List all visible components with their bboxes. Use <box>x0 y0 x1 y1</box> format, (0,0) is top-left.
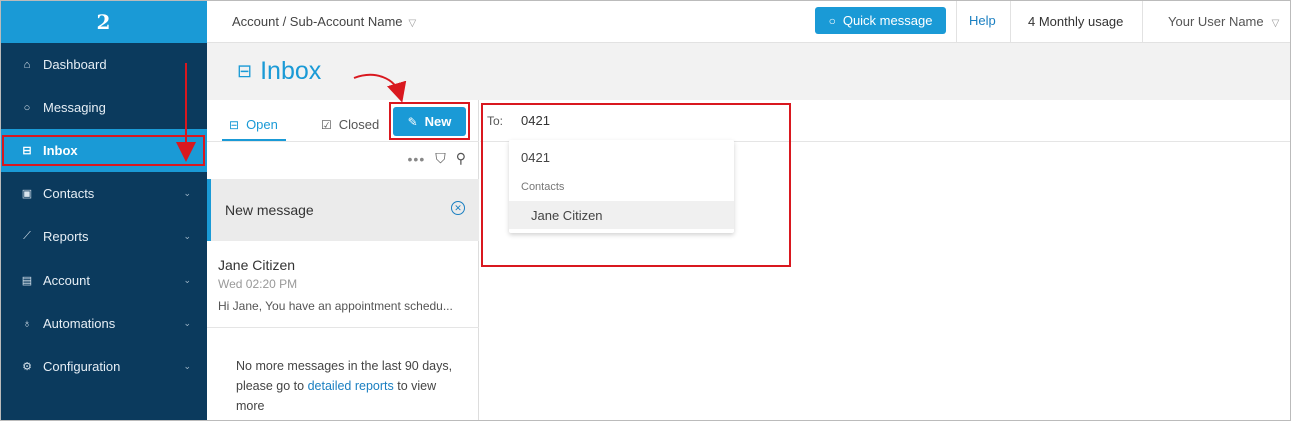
draft-title: New message <box>225 202 314 218</box>
gear-icon: ⚙ <box>22 361 32 373</box>
filter-icon[interactable]: ⛉ <box>435 150 446 167</box>
checkbox-icon: ☑ <box>321 117 332 132</box>
sidebar-item-reports[interactable]: ⟋ Reports ⌄ <box>0 215 207 258</box>
sidebar-item-label: Messaging <box>43 100 106 115</box>
more-options-icon[interactable]: ••• <box>408 151 426 167</box>
sidebar: 2 ⌂ Dashboard ○ Messaging ⊟ Inbox ▣ Cont… <box>0 0 207 421</box>
list-footer-note: No more messages in the last 90 days, pl… <box>236 356 456 416</box>
automation-icon: ♁ <box>22 317 32 330</box>
help-link[interactable]: Help <box>969 13 996 28</box>
top-bar: Account / Sub-Account Name ▽ ○ Quick mess… <box>207 0 1291 43</box>
inbox-icon: ⊟ <box>237 61 253 81</box>
chart-icon: ⟋ <box>23 230 31 242</box>
account-icon: ▤ <box>21 275 33 287</box>
tab-closed[interactable]: ☑ Closed <box>321 117 379 132</box>
logo-text: 2 <box>96 9 111 34</box>
account-selector[interactable]: Account / Sub-Account Name ▽ <box>232 14 416 29</box>
chevron-down-icon: ⌄ <box>183 275 191 285</box>
sidebar-item-label: Contacts <box>43 186 95 201</box>
tab-open[interactable]: ⊟ Open <box>229 117 278 132</box>
chevron-down-icon: ⌄ <box>183 318 191 328</box>
chat-bubble-icon: ○ <box>828 13 836 28</box>
tab-label: Open <box>246 117 278 132</box>
brand-logo[interactable]: 2 <box>0 0 207 43</box>
list-item[interactable]: Jane Citizen Wed 02:20 PM Hi Jane, You h… <box>207 241 479 328</box>
annotation-highlight-box <box>481 103 791 267</box>
contact-name: Jane Citizen <box>218 257 296 273</box>
chevron-down-icon: ⌄ <box>183 361 191 371</box>
inbox-icon: ⊟ <box>229 117 240 132</box>
monthly-usage[interactable]: 4 Monthly usage <box>1028 14 1123 29</box>
message-preview: Hi Jane, You have an appointment schedu.… <box>218 299 453 313</box>
page-title-text: Inbox <box>260 57 322 85</box>
sidebar-item-automations[interactable]: ♁ Automations ⌄ <box>0 302 207 345</box>
divider <box>1010 0 1011 43</box>
list-tools: ••• ⛉ ⚲ <box>408 150 466 167</box>
page-header: ⊟ Inbox <box>207 43 1291 100</box>
sidebar-item-label: Dashboard <box>43 57 107 72</box>
user-menu[interactable]: Your User Name ▽ <box>1168 14 1279 29</box>
message-time: Wed 02:20 PM <box>218 277 298 291</box>
annotation-highlight-box <box>389 102 470 140</box>
account-name: Account / Sub-Account Name <box>232 14 403 29</box>
chevron-down-icon: ⌄ <box>183 231 191 241</box>
close-icon[interactable]: ✕ <box>451 201 465 215</box>
sidebar-item-dashboard[interactable]: ⌂ Dashboard <box>0 43 207 86</box>
chevron-down-icon: ▽ <box>408 18 417 29</box>
divider <box>207 141 479 142</box>
chat-bubble-icon: ○ <box>23 101 31 114</box>
sidebar-item-account[interactable]: ▤ Account ⌄ <box>0 259 207 302</box>
home-icon: ⌂ <box>23 58 31 71</box>
user-name: Your User Name <box>1168 14 1264 29</box>
tab-label: Closed <box>338 117 380 132</box>
sidebar-item-configuration[interactable]: ⚙ Configuration ⌄ <box>0 345 207 388</box>
quick-message-label: Quick message <box>842 13 933 28</box>
sidebar-item-messaging[interactable]: ○ Messaging <box>0 86 207 129</box>
chevron-down-icon: ▽ <box>1271 18 1280 29</box>
sidebar-item-label: Configuration <box>43 359 121 374</box>
detailed-reports-link[interactable]: detailed reports <box>308 379 394 393</box>
divider <box>956 0 957 43</box>
draft-conversation[interactable]: New message ✕ <box>207 179 479 241</box>
divider <box>1142 0 1143 43</box>
page-title: ⊟ Inbox <box>237 57 321 86</box>
sidebar-item-label: Account <box>43 273 90 288</box>
annotation-highlight-box <box>2 135 205 166</box>
contacts-icon: ▣ <box>21 188 33 200</box>
sidebar-item-label: Reports <box>43 229 89 244</box>
sidebar-item-contacts[interactable]: ▣ Contacts ⌄ <box>0 172 207 215</box>
conversation-list-panel: ⊟ Open ☑ Closed ✎ New ••• ⛉ ⚲ New messag… <box>207 100 479 421</box>
search-icon[interactable]: ⚲ <box>456 150 466 167</box>
quick-message-button[interactable]: ○ Quick message <box>815 7 946 34</box>
chevron-down-icon: ⌄ <box>183 188 191 198</box>
sidebar-item-label: Automations <box>43 316 116 331</box>
